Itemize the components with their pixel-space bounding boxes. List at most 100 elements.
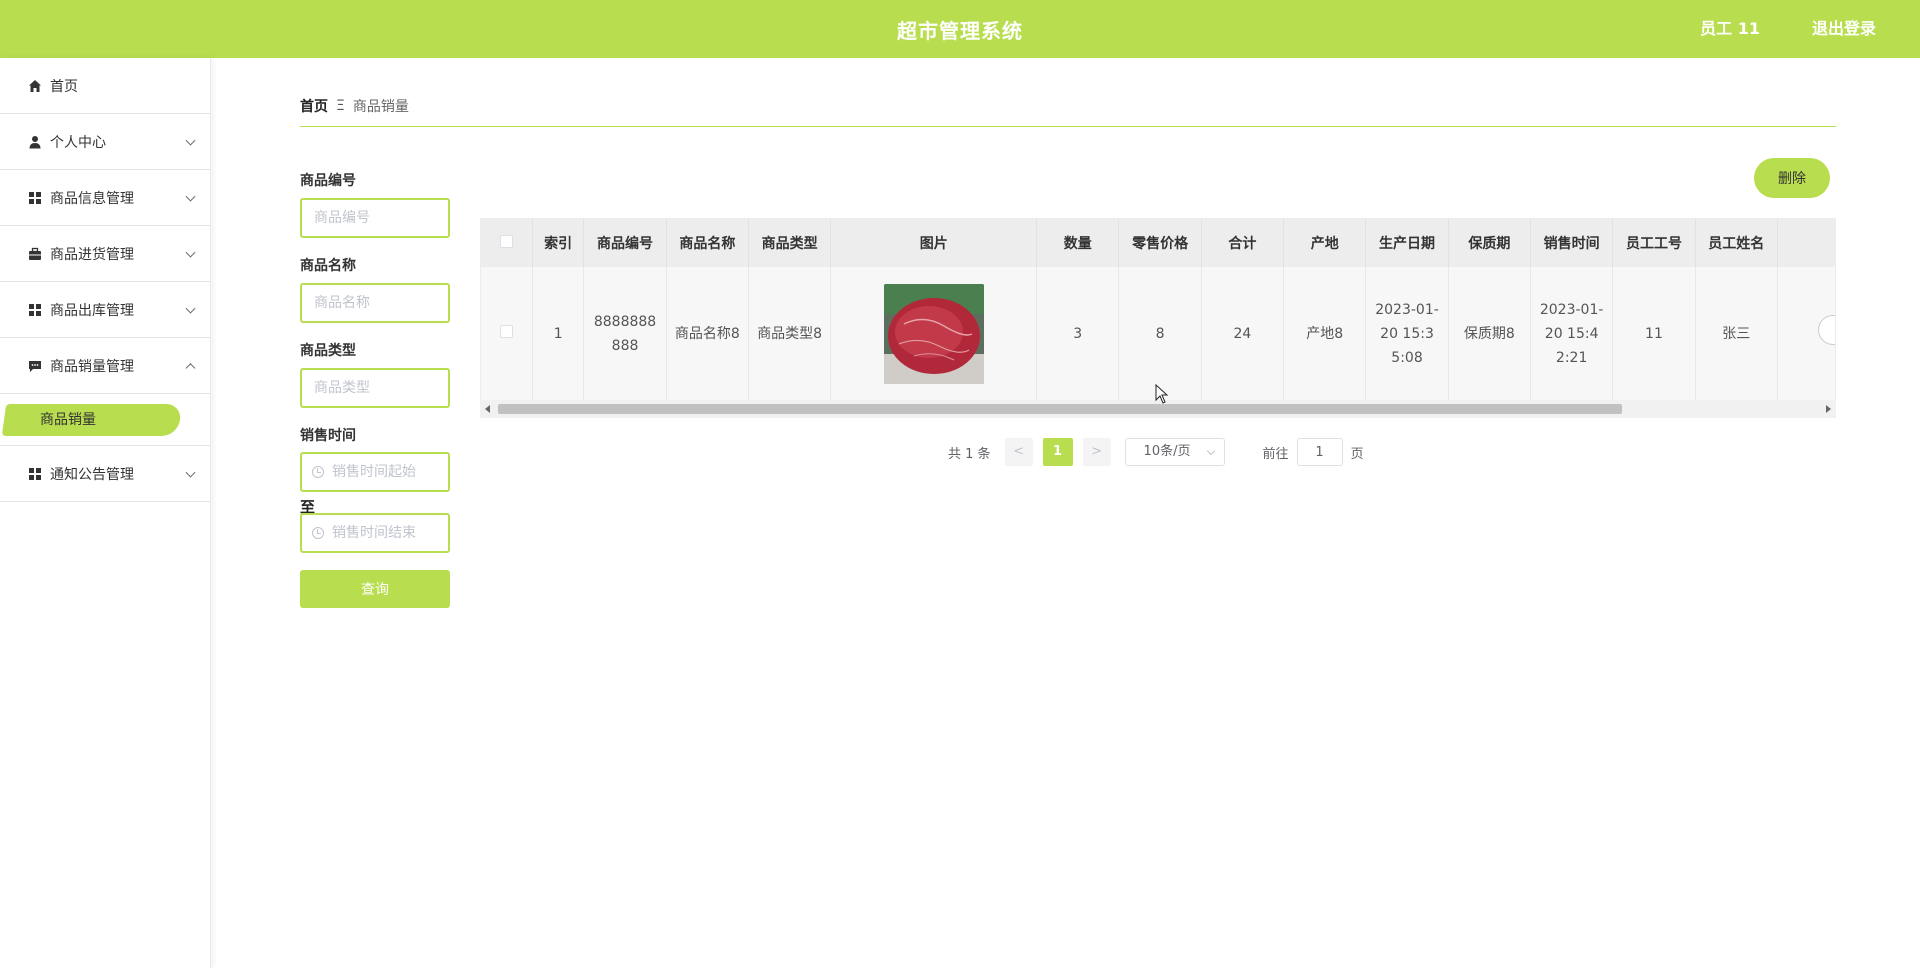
product-code-label: 商品编号 [300, 173, 356, 189]
cell-index: 1 [532, 267, 585, 400]
cell-name: 商品名称8 [666, 267, 750, 400]
goto-page-input[interactable] [1296, 438, 1343, 466]
cell-price: 8 [1118, 267, 1202, 400]
next-page-button[interactable]: > [1082, 438, 1111, 466]
prev-page-button[interactable]: < [1004, 438, 1033, 466]
mouse-cursor-icon [1155, 384, 1169, 404]
column-header: 保质期 [1448, 219, 1531, 267]
sidebar-item-personal-center[interactable]: 个人中心 [0, 114, 210, 170]
grid-icon [28, 191, 42, 205]
column-header: 零售价格 [1118, 219, 1202, 267]
delete-button[interactable]: 删除 [1754, 158, 1830, 198]
sidebar-item-home[interactable]: 首页 [0, 58, 210, 114]
current-user: 员工 11 [1700, 19, 1760, 38]
sale-time-end-field[interactable] [300, 513, 450, 553]
app-title: 超市管理系统 [897, 18, 1023, 43]
column-header: 数量 [1036, 219, 1120, 267]
page-size-select[interactable]: 10条/页 [1124, 438, 1225, 466]
column-header: 销售时间 [1530, 219, 1614, 267]
clock-icon [312, 527, 324, 539]
grid-icon [28, 303, 42, 317]
cell-sale-time-text: 2023-01-20 15:42:21 [1539, 301, 1604, 366]
sidebar-item-notice[interactable]: 通知公告管理 [0, 446, 210, 502]
chevron-down-icon [185, 303, 196, 314]
chevron-down-icon [185, 247, 196, 258]
sidebar-item-sales[interactable]: 商品销量管理 [0, 338, 210, 394]
cell-image [830, 267, 1038, 400]
home-icon [28, 79, 42, 93]
chevron-down-icon [185, 191, 196, 202]
cell-staff-no: 11 [1612, 267, 1696, 400]
scrollbar-thumb[interactable] [498, 404, 1622, 414]
page-number-button[interactable]: 1 [1042, 438, 1073, 466]
chat-icon [28, 359, 42, 373]
sidebar-item-outbound[interactable]: 商品出库管理 [0, 282, 210, 338]
sale-time-start-field[interactable] [300, 452, 450, 492]
sale-time-end-input[interactable] [332, 525, 442, 541]
column-header: 图片 [830, 219, 1038, 267]
select-all-checkbox[interactable] [499, 234, 513, 248]
sale-time-label: 销售时间 [300, 428, 356, 444]
product-type-input[interactable] [300, 368, 450, 408]
cell-type-text: 商品类型8 [757, 325, 823, 342]
logout-link[interactable]: 退出登录 [1812, 0, 1876, 58]
column-header: 产地 [1283, 219, 1367, 267]
product-code-input[interactable] [300, 198, 450, 238]
briefcase-icon [28, 247, 42, 261]
sidebar-submenu: 商品销量 [0, 394, 210, 446]
chevron-down-icon [185, 135, 196, 146]
select-all-header [481, 219, 533, 267]
sidebar: 首页 个人中心 商品信息管理 商品进货管理 商品出库管理 商品销量管理 商品销量… [0, 58, 211, 968]
breadcrumb-divider [300, 126, 1836, 127]
actions-header [1777, 219, 1835, 267]
product-name-label: 商品名称 [300, 258, 356, 274]
column-header: 员工姓名 [1695, 219, 1778, 267]
chevron-up-icon [185, 362, 196, 373]
cell-production-date-text: 2023-01-20 15:35:08 [1375, 301, 1439, 366]
cell-staff-name: 张三 [1695, 267, 1778, 400]
sidebar-subitem-label: 商品销量 [40, 412, 96, 428]
sidebar-item-product-info[interactable]: 商品信息管理 [0, 170, 210, 226]
detail-button[interactable] [1817, 314, 1835, 345]
sidebar-item-label: 商品销量管理 [50, 358, 134, 375]
scroll-left-icon[interactable] [485, 405, 490, 413]
pagination-total: 共 1 条 [948, 446, 991, 462]
pagination: 共 1 条 < 1 > 10条/页 前往 页 [948, 438, 1364, 466]
sidebar-subitem-sales[interactable]: 商品销量 [1, 404, 183, 436]
product-type-label: 商品类型 [300, 343, 356, 359]
cell-sale-time: 2023-01-20 15:42:21 [1530, 267, 1614, 400]
clock-icon [312, 466, 324, 478]
row-select-cell [481, 267, 533, 400]
column-header: 合计 [1201, 219, 1285, 267]
column-header: 员工工号 [1612, 219, 1696, 267]
query-button[interactable]: 查询 [300, 570, 450, 608]
sidebar-item-label: 商品出库管理 [50, 302, 134, 319]
column-header: 商品编号 [583, 219, 667, 267]
product-name-input[interactable] [300, 283, 450, 323]
row-checkbox[interactable] [499, 324, 513, 338]
scroll-right-icon[interactable] [1826, 405, 1831, 413]
cell-name-text: 商品名称8 [674, 325, 740, 342]
cell-production-date: 2023-01-20 15:35:08 [1365, 267, 1449, 400]
cell-code-text: 8888888888 [593, 313, 657, 354]
grid-icon [28, 467, 42, 481]
breadcrumb-separator: Ξ [336, 98, 345, 114]
sidebar-item-label: 通知公告管理 [50, 466, 134, 483]
cell-actions [1777, 267, 1835, 400]
column-header: 生产日期 [1365, 219, 1449, 267]
breadcrumb: 首页 Ξ 商品销量 [300, 96, 409, 116]
column-header: 索引 [532, 219, 585, 267]
sale-time-start-input[interactable] [332, 464, 442, 480]
sidebar-item-purchase[interactable]: 商品进货管理 [0, 226, 210, 282]
cell-origin: 产地8 [1283, 267, 1367, 400]
column-header: 商品名称 [666, 219, 750, 267]
cell-total: 24 [1201, 267, 1285, 400]
cell-quantity: 3 [1036, 267, 1120, 400]
column-header: 商品类型 [748, 219, 832, 267]
sidebar-item-label: 首页 [50, 78, 78, 95]
cell-code: 8888888888 [583, 267, 667, 400]
user-icon [28, 135, 42, 149]
product-image [883, 283, 984, 384]
breadcrumb-home[interactable]: 首页 [300, 96, 328, 116]
goto-suffix: 页 [1350, 446, 1364, 462]
